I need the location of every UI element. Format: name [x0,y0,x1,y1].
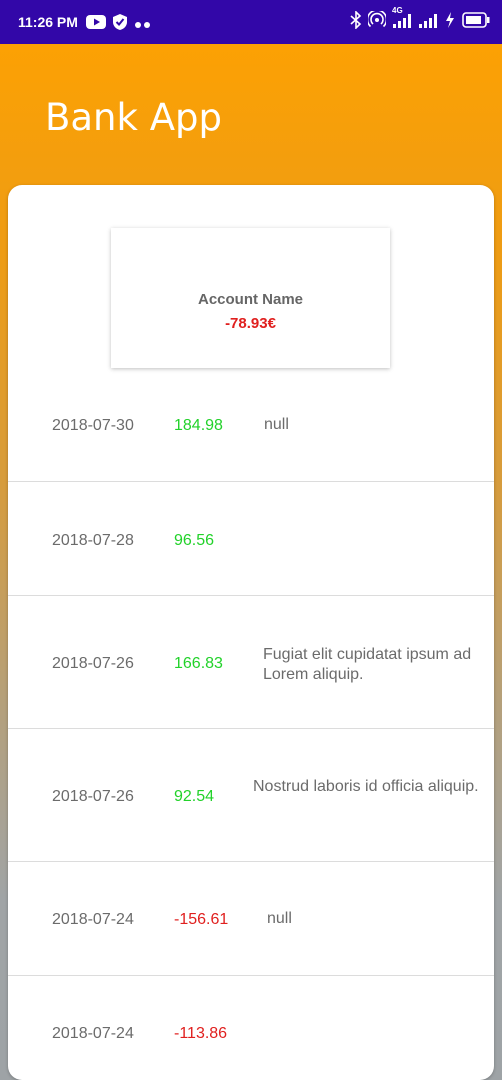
network-type-label: 4G [392,6,403,15]
transaction-amount: -156.61 [174,911,229,928]
shield-icon [112,13,128,36]
signal-icon [418,11,438,34]
transaction-date: 2018-07-26 [52,655,134,672]
transaction-amount: -113.86 [174,1025,228,1042]
status-time: 11:26 PM [18,14,78,30]
transaction-date: 2018-07-24 [52,911,134,928]
status-bar: 11:26 PM 4G [0,0,502,44]
transaction-description: Nostrud laboris id officia aliquip. [253,778,479,795]
transaction-row[interactable]: 2018-07-24 -113.86 [8,976,494,1080]
transaction-row[interactable]: 2018-07-26 92.54 Nostrud laboris id offi… [8,729,494,862]
transaction-row[interactable]: 2018-07-28 96.56 [8,482,494,596]
transaction-row[interactable]: 2018-07-26 166.83 Fugiat elit cupidatat … [8,596,494,729]
transaction-description: null [267,910,292,927]
battery-icon [462,12,490,33]
app-title: Bank App [45,96,222,139]
more-dots-icon [134,16,152,34]
transaction-date: 2018-07-26 [52,788,134,805]
transaction-list[interactable]: 2018-07-30 184.98 null 2018-07-28 96.56 … [8,380,494,1080]
bluetooth-icon [350,10,362,34]
transaction-amount: 184.98 [174,417,223,434]
account-balance: -78.93€ [225,315,276,332]
youtube-icon [86,14,106,35]
transaction-amount: 92.54 [174,788,215,805]
transaction-amount: 96.56 [174,532,215,549]
account-summary-card[interactable]: Account Name -78.93€ [111,228,390,368]
hotspot-icon [366,9,388,34]
transaction-row[interactable]: 2018-07-24 -156.61 null [8,862,494,976]
transaction-date: 2018-07-28 [52,532,134,549]
transaction-description: Fugiat elit cupidatat ipsum ad Lorem ali… [263,646,472,683]
content-card: Account Name -78.93€ 2018-07-30 184.98 n… [8,185,494,1080]
transaction-row[interactable]: 2018-07-30 184.98 null [8,380,494,482]
signal-icon: 4G [392,6,412,34]
account-name: Account Name [197,291,304,308]
transaction-description: null [264,416,289,433]
transaction-amount: 166.83 [174,655,223,672]
transaction-date: 2018-07-30 [52,417,134,434]
transaction-date: 2018-07-24 [52,1025,134,1042]
charging-icon [444,11,456,34]
